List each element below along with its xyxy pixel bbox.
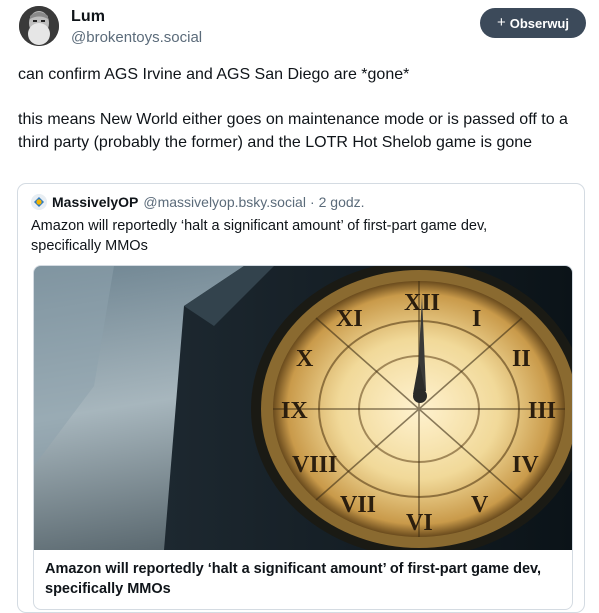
- quoted-post-card[interactable]: MassivelyOP @massivelyop.bsky.social · 2…: [17, 183, 585, 613]
- quoted-post-time[interactable]: 2 godz.: [319, 194, 365, 210]
- clock-tower-image: XII I II III IV V VI VII VIII IX X XI: [34, 266, 572, 550]
- author-display-name[interactable]: Lum: [71, 8, 105, 26]
- plus-icon: +: [496, 14, 506, 31]
- link-embed-title[interactable]: Amazon will reportedly ‘halt a significa…: [45, 559, 555, 599]
- link-embed-card[interactable]: XII I II III IV V VI VII VIII IX X XI Am…: [33, 265, 573, 610]
- svg-text:IV: IV: [512, 452, 539, 478]
- author-avatar[interactable]: [19, 6, 59, 46]
- author-handle[interactable]: @brokentoys.social: [71, 29, 202, 46]
- svg-text:II: II: [512, 346, 531, 372]
- quoted-post-header: MassivelyOP @massivelyop.bsky.social · 2…: [31, 194, 365, 210]
- svg-text:III: III: [528, 398, 556, 424]
- svg-text:V: V: [471, 492, 489, 518]
- svg-text:I: I: [472, 306, 481, 332]
- quoted-author-handle[interactable]: @massivelyop.bsky.social: [143, 194, 306, 210]
- svg-text:XI: XI: [336, 306, 363, 332]
- svg-text:X: X: [296, 346, 314, 372]
- svg-text:IX: IX: [281, 398, 308, 424]
- follow-button-label: Obserwuj: [509, 15, 569, 31]
- quoted-post-text: Amazon will reportedly ‘halt a significa…: [31, 218, 488, 254]
- quoted-author-name[interactable]: MassivelyOP: [52, 194, 138, 210]
- post-text: can confirm AGS Irvine and AGS San Diego…: [18, 64, 590, 154]
- svg-text:VIII: VIII: [292, 452, 337, 478]
- follow-button[interactable]: + Obserwuj: [480, 8, 586, 38]
- svg-text:VI: VI: [406, 510, 433, 536]
- post-text-paragraph-1: can confirm AGS Irvine and AGS San Diego…: [18, 66, 410, 83]
- massivelyop-logo-icon[interactable]: [31, 194, 47, 210]
- header-separator: ·: [309, 194, 315, 210]
- post-text-paragraph-2: this means New World either goes on main…: [18, 111, 568, 151]
- svg-text:VII: VII: [340, 492, 376, 518]
- bearded-man-avatar-icon: [19, 6, 59, 46]
